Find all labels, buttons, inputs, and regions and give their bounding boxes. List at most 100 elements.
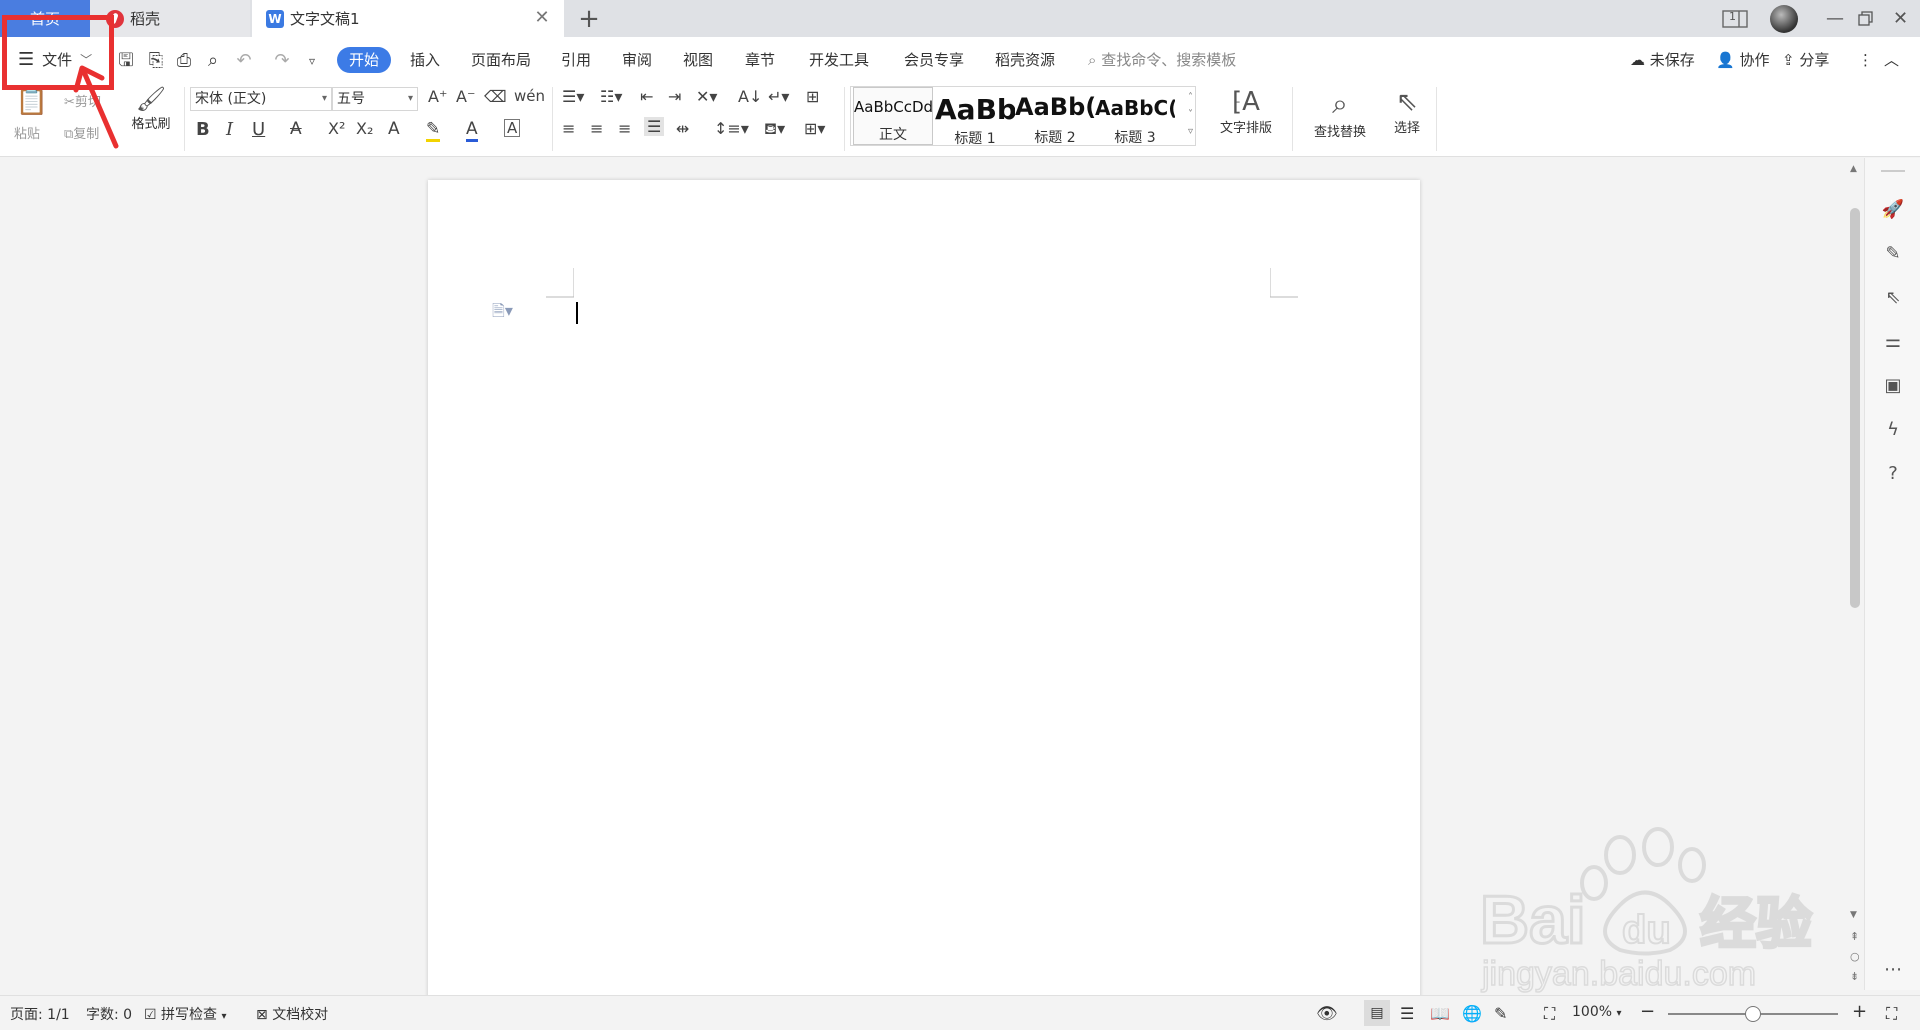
page-counter[interactable]: 页面: 1/1 (10, 1004, 70, 1024)
scroll-down-icon[interactable]: ▼ (1850, 910, 1857, 920)
tab-insert[interactable]: 插入 (410, 47, 440, 73)
style-gallery-scroll[interactable]: ˄ ˅ ▿ (1188, 89, 1193, 140)
text-effect-button[interactable]: A (388, 119, 400, 139)
sort-button[interactable]: A↓ (738, 87, 762, 106)
superscript-button[interactable]: X² (328, 119, 345, 138)
share-button[interactable]: ⇪ 分享 (1782, 47, 1829, 73)
collapse-ribbon-button[interactable]: ︿ (1884, 47, 1899, 73)
bullet-list-button[interactable]: ☰▾ (562, 87, 584, 106)
print-preview-button[interactable]: ⌕ (201, 49, 225, 73)
tab-member[interactable]: 会员专享 (904, 47, 964, 73)
web-view-button[interactable]: 🌐 (1462, 1004, 1482, 1023)
format-painter-button[interactable]: 🖌 格式刷 (126, 85, 176, 132)
minimize-button[interactable]: — (1826, 0, 1844, 37)
char-border-button[interactable]: A (504, 119, 521, 137)
lightning-icon[interactable]: ϟ (1881, 418, 1905, 442)
tab-document[interactable]: W 文字文稿1 ✕ (252, 0, 564, 37)
word-counter[interactable]: 字数: 0 (86, 1004, 132, 1024)
close-window-button[interactable]: ✕ (1893, 0, 1908, 37)
tab-daoke[interactable]: 稻壳 (90, 0, 250, 37)
tab-daoke-resources[interactable]: 稻壳资源 (995, 47, 1055, 73)
select-browse-icon[interactable]: ○ (1850, 950, 1860, 963)
image-edit-icon[interactable]: ▣ (1881, 374, 1905, 398)
grow-font-button[interactable]: A⁺ (428, 87, 447, 106)
align-center-button[interactable]: ≡ (590, 119, 603, 138)
help-icon[interactable]: ? (1881, 462, 1905, 486)
unsaved-button[interactable]: ☁ 未保存 (1630, 47, 1695, 73)
distribute-button[interactable]: ⇹ (676, 119, 689, 138)
font-color-button[interactable]: A (466, 119, 478, 142)
shading-button[interactable]: ⛾▾ (764, 119, 785, 140)
align-left-button[interactable]: ≡ (562, 119, 575, 138)
fit-page-button[interactable]: ⛶ (1544, 1004, 1555, 1024)
customize-toolbar-button[interactable]: ▿ (300, 49, 324, 73)
proofread-button[interactable]: ⊠ 文档校对 (256, 1004, 328, 1024)
paragraph-handle-icon[interactable]: 🗎▾ (492, 300, 513, 327)
page-view-button[interactable]: ▤ (1364, 1000, 1390, 1026)
align-right-button[interactable]: ≡ (618, 119, 631, 138)
bold-button[interactable]: B (196, 119, 210, 140)
paste-button[interactable]: 📋 (14, 87, 50, 117)
new-tab-button[interactable]: + (574, 4, 604, 34)
tab-review[interactable]: 审阅 (622, 47, 652, 73)
tab-section[interactable]: 章节 (745, 47, 775, 73)
clear-format-button[interactable]: ⌫ (484, 87, 507, 106)
tab-references[interactable]: 引用 (561, 47, 591, 73)
more-menu-button[interactable]: ⋮ (1858, 47, 1873, 73)
zoom-out-button[interactable]: − (1640, 1001, 1655, 1022)
pen-icon[interactable]: ✎ (1881, 242, 1905, 266)
tab-view[interactable]: 视图 (683, 47, 713, 73)
increase-indent-button[interactable]: ⇥ (668, 87, 681, 106)
phonetic-button[interactable]: wén (514, 87, 545, 105)
style-heading-1[interactable]: AaBb 标题 1 (935, 87, 1015, 145)
tab-start[interactable]: 开始 (337, 47, 392, 73)
style-normal[interactable]: AaBbCcDd 正文 (853, 87, 933, 145)
window-layout-button[interactable]: 1 (1722, 0, 1748, 37)
find-replace-button[interactable]: ⌕ 查找替换 (1302, 87, 1378, 140)
sliders-icon[interactable]: ⚌ (1881, 330, 1905, 354)
highlight-button[interactable]: ✎ (426, 119, 441, 142)
close-tab-icon[interactable]: ✕ (532, 8, 552, 28)
undo-button[interactable]: ↶ (232, 49, 256, 73)
style-heading-2[interactable]: AaBb( 标题 2 (1015, 87, 1095, 145)
scroll-up-icon[interactable]: ▲ (1850, 164, 1857, 174)
tab-developer[interactable]: 开发工具 (809, 47, 869, 73)
font-size-select[interactable]: 五号 ▾ (332, 87, 418, 111)
spell-check-button[interactable]: ☑ 拼写检查 ▾ (144, 1004, 227, 1024)
restore-button[interactable] (1858, 0, 1874, 37)
zoom-slider-knob[interactable] (1745, 1006, 1761, 1022)
tab-stop-button[interactable]: ⊞ (806, 87, 819, 106)
show-marks-button[interactable]: ↵▾ (768, 87, 789, 106)
export-pdf-button[interactable]: ⎘ (144, 49, 168, 73)
tab-page-layout[interactable]: 页面布局 (471, 47, 531, 73)
underline-button[interactable]: U (252, 119, 265, 140)
paste-label[interactable]: 粘贴 (14, 123, 40, 142)
more-horizontal-icon[interactable]: ⋯ (1881, 958, 1905, 982)
rocket-icon[interactable]: 🚀 (1881, 198, 1905, 222)
pointer-icon[interactable]: ⇖ (1881, 286, 1905, 310)
collab-button[interactable]: 👤 协作 (1716, 47, 1769, 73)
prev-page-icon[interactable]: ⇞ (1850, 930, 1859, 943)
borders-button[interactable]: ⊞▾ (804, 119, 825, 138)
redo-button[interactable]: ↷ (270, 49, 294, 73)
decrease-indent-button[interactable]: ⇤ (640, 87, 653, 106)
strikethrough-button[interactable]: A (290, 119, 302, 139)
vertical-scrollbar[interactable]: ▲ ▼ ⇞ ○ ⇟ (1846, 158, 1864, 990)
next-page-icon[interactable]: ⇟ (1850, 970, 1859, 983)
shrink-font-button[interactable]: A⁻ (456, 87, 475, 106)
justify-button[interactable]: ☰ (644, 117, 665, 136)
zoom-level-select[interactable]: 100% ▾ (1572, 1004, 1622, 1020)
numbered-list-button[interactable]: ☷▾ (600, 87, 622, 106)
style-heading-3[interactable]: AaBbC( 标题 3 (1095, 87, 1175, 145)
chinese-layout-button[interactable]: ✕▾ (696, 87, 717, 106)
eye-protection-button[interactable]: 👁 (1316, 1004, 1338, 1024)
write-mode-button[interactable]: ✎ (1494, 1004, 1507, 1023)
scroll-thumb[interactable] (1850, 208, 1860, 608)
command-search[interactable]: ⌕ 查找命令、搜索模板 (1088, 47, 1236, 73)
reading-view-button[interactable]: 📖 (1430, 1004, 1450, 1023)
zoom-in-button[interactable]: + (1852, 1001, 1867, 1022)
print-button[interactable]: ⎙ (172, 49, 196, 73)
line-spacing-button[interactable]: ↕≡▾ (714, 119, 749, 138)
italic-button[interactable]: I (226, 119, 233, 140)
fullscreen-button[interactable]: ⛶ (1886, 1004, 1897, 1024)
